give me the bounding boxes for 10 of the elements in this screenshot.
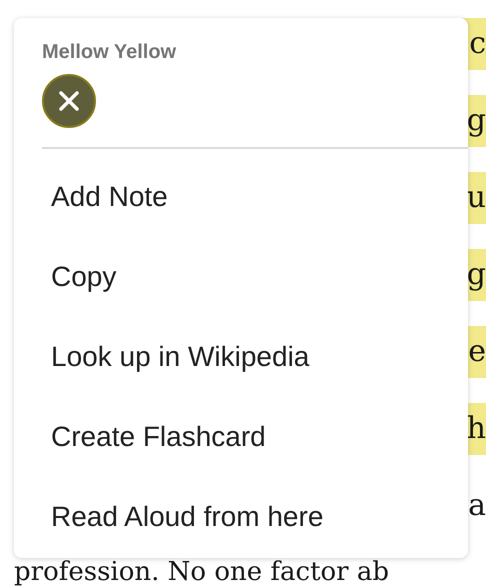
menu-item[interactable]: Create Flashcard xyxy=(14,397,266,477)
remove-highlight-button[interactable] xyxy=(42,74,96,128)
menu-item[interactable]: Add Note xyxy=(14,157,168,237)
menu-item[interactable]: Copy xyxy=(14,237,116,317)
body-text: profession. No one factor ab xyxy=(14,558,390,586)
close-icon xyxy=(58,90,80,112)
menu-item[interactable]: Look up in Wikipedia xyxy=(14,317,310,397)
highlight-color-name: Mellow Yellow xyxy=(42,40,176,64)
menu-item[interactable]: Read Aloud from here xyxy=(14,477,324,557)
text-fragment: a xyxy=(467,487,486,525)
